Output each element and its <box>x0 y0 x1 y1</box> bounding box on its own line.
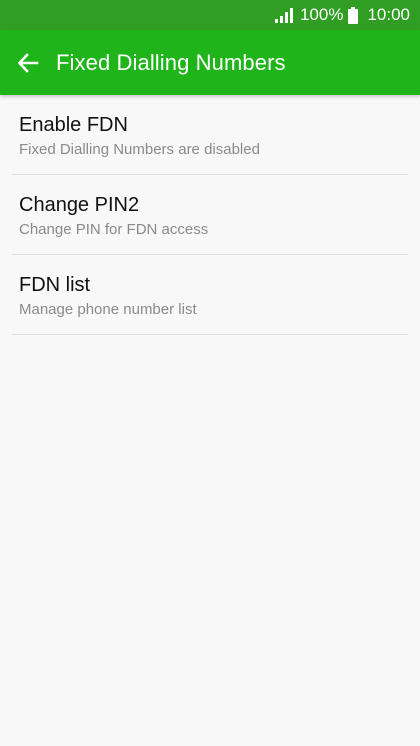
list-item-subtitle: Manage phone number list <box>19 301 197 318</box>
status-bar: 100% 10:00 <box>0 0 420 30</box>
back-arrow-icon <box>17 52 39 73</box>
list-item-subtitle: Fixed Dialling Numbers are disabled <box>19 141 260 158</box>
battery-icon <box>348 6 359 24</box>
clock: 10:00 <box>367 5 410 24</box>
list-item-title: Enable FDN <box>19 114 128 136</box>
signal-icon <box>274 7 293 23</box>
app-bar: Fixed Dialling Numbers <box>0 30 420 95</box>
list-item-title: Change PIN2 <box>19 194 140 216</box>
enable-fdn-item[interactable]: Enable FDN Fixed Dialling Numbers are di… <box>12 95 408 175</box>
back-button[interactable] <box>17 52 39 74</box>
list-item-title: FDN list <box>19 274 91 296</box>
list-item-subtitle: Change PIN for FDN access <box>19 221 209 238</box>
change-pin2-item[interactable]: Change PIN2 Change PIN for FDN access <box>12 175 408 255</box>
battery-percent: 100% <box>299 5 344 24</box>
fdn-list-item[interactable]: FDN list Manage phone number list <box>12 255 408 335</box>
settings-list: Enable FDN Fixed Dialling Numbers are di… <box>0 95 420 335</box>
page-title: Fixed Dialling Numbers <box>56 49 286 75</box>
